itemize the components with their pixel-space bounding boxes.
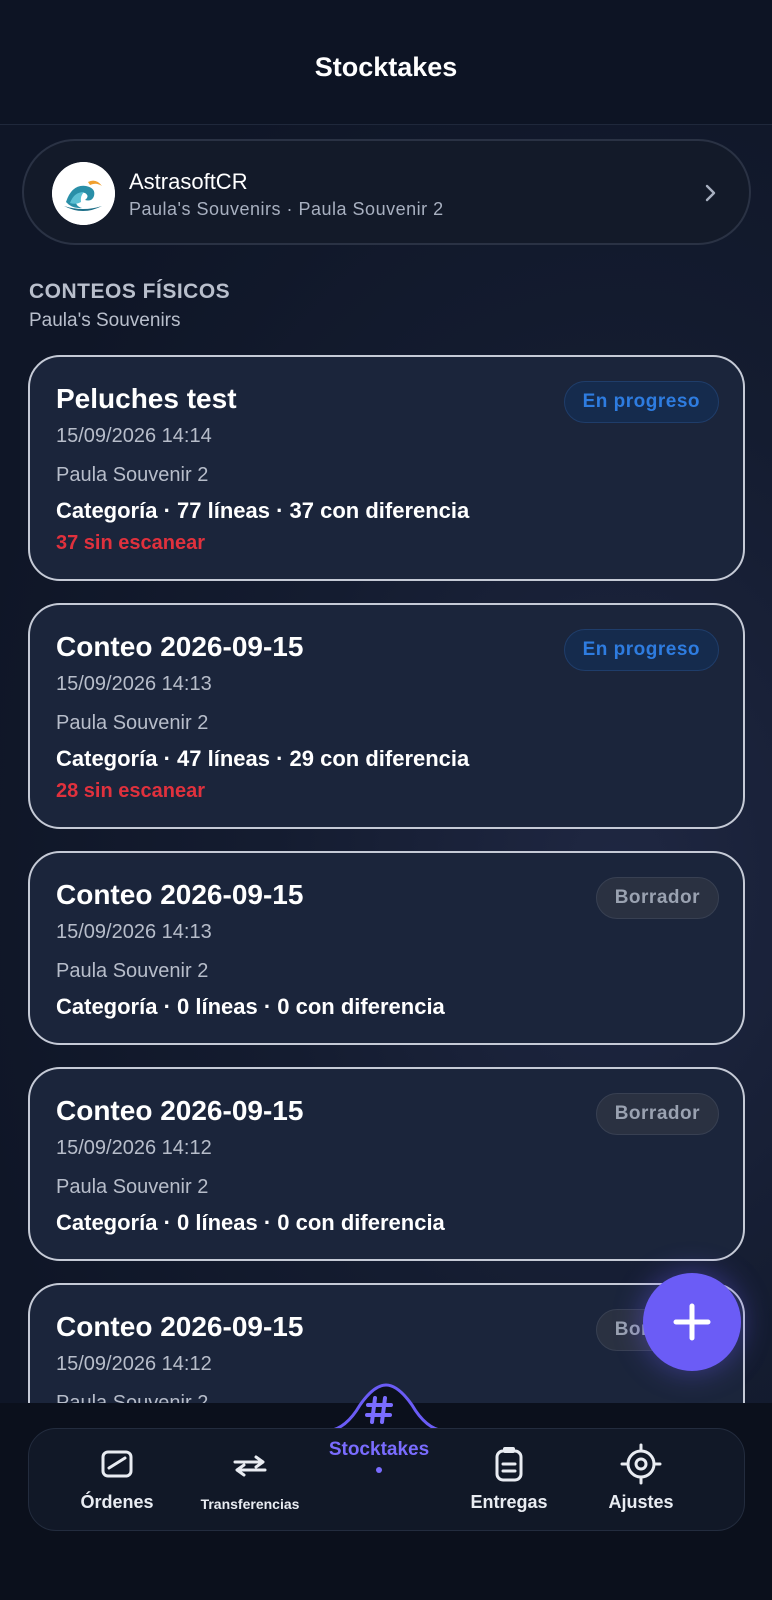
card-title: Conteo 2026-09-15: [56, 1311, 304, 1342]
nav-label: Ajustes: [608, 1492, 674, 1512]
card-title: Conteo 2026-09-15: [56, 1095, 304, 1126]
nav-label: Órdenes: [80, 1492, 154, 1512]
bottom-nav: Órdenes Transferencias Stocktakes Entreg…: [28, 1396, 745, 1532]
stocktake-list[interactable]: Peluches test 15/09/2026 14:14 Paula Sou…: [0, 353, 772, 1403]
card-summary: Categoría · 77 líneas · 37 con diferenci…: [56, 498, 470, 523]
card-date: 15/09/2026 14:12: [56, 1137, 212, 1159]
page-title: Stocktakes: [314, 52, 458, 82]
active-indicator: [376, 1467, 382, 1473]
status-badge: Borrador: [595, 1093, 719, 1135]
card-title: Conteo 2026-09-15: [56, 879, 304, 910]
stocktake-card[interactable]: Peluches test 15/09/2026 14:14 Paula Sou…: [28, 355, 745, 581]
nav-orders[interactable]: Órdenes: [61, 1429, 173, 1532]
stocktake-card[interactable]: Conteo 2026-09-15 15/09/2026 14:13 Paula…: [28, 603, 745, 829]
company-logo: [52, 162, 115, 225]
card-location: Paula Souvenir 2: [56, 464, 209, 486]
stocktake-card[interactable]: Conteo 2026-09-15 15/09/2026 14:12 Paula…: [28, 1067, 745, 1261]
clipboard-icon: [495, 1447, 523, 1482]
card-summary: Categoría · 0 líneas · 0 con diferencia: [56, 994, 445, 1019]
bottom-bar: Órdenes Transferencias Stocktakes Entreg…: [0, 1383, 772, 1600]
nav-label: Stocktakes: [328, 1439, 430, 1460]
settings-icon: [620, 1443, 662, 1485]
transfer-icon: [233, 1455, 267, 1477]
card-date: 15/09/2026 14:14: [56, 425, 212, 447]
stocktake-card[interactable]: Conteo 2026-09-15 15/09/2026 14:13 Paula…: [28, 851, 745, 1045]
nav-label: Transferencias: [200, 1496, 300, 1512]
card-summary: Categoría · 47 líneas · 29 con diferenci…: [56, 746, 470, 771]
chevron-right-icon: [705, 184, 716, 202]
app-root: Stocktakes AstrasoftCR Paula's Souvenirs…: [0, 0, 772, 1600]
card-date: 15/09/2026 14:13: [56, 921, 212, 943]
plus-icon: [673, 1303, 711, 1341]
card-title: Peluches test: [56, 383, 237, 414]
account-name: AstrasoftCR: [129, 169, 248, 194]
status-badge: Borrador: [595, 877, 719, 919]
card-location: Paula Souvenir 2: [56, 1176, 209, 1198]
section-title: CONTEOS FÍSICOS: [29, 280, 231, 303]
card-date: 15/09/2026 14:12: [56, 1353, 212, 1375]
card-summary: Categoría · 0 líneas · 0 con diferencia: [56, 1210, 445, 1235]
card-location: Paula Souvenir 2: [56, 960, 209, 982]
nav-deliveries[interactable]: Entregas: [449, 1429, 569, 1532]
account-selector[interactable]: AstrasoftCR Paula's Souvenirs · Paula So…: [22, 139, 751, 245]
card-date: 15/09/2026 14:13: [56, 673, 212, 695]
add-stocktake-button[interactable]: [643, 1273, 741, 1371]
hash-icon: [365, 1396, 393, 1424]
status-badge: En progreso: [563, 381, 719, 423]
account-subtitle: Paula's Souvenirs · Paula Souvenir 2: [129, 199, 444, 219]
app-header: Stocktakes: [0, 0, 772, 125]
orders-icon: [101, 1450, 133, 1478]
card-location: Paula Souvenir 2: [56, 712, 209, 734]
wave-logo-icon: [52, 162, 115, 225]
card-unscanned-warning: 28 sin escanear: [56, 780, 205, 802]
card-unscanned-warning: 37 sin escanear: [56, 532, 205, 554]
nav-settings[interactable]: Ajustes: [585, 1429, 697, 1532]
section-subtitle: Paula's Souvenirs: [29, 310, 181, 331]
nav-transfers[interactable]: Transferencias: [187, 1429, 313, 1532]
status-badge: En progreso: [563, 629, 719, 671]
card-location: Paula Souvenir 2: [56, 1392, 209, 1403]
card-title: Conteo 2026-09-15: [56, 631, 304, 662]
nav-label: Entregas: [470, 1492, 548, 1512]
nav-stocktakes[interactable]: Stocktakes: [319, 1396, 439, 1532]
